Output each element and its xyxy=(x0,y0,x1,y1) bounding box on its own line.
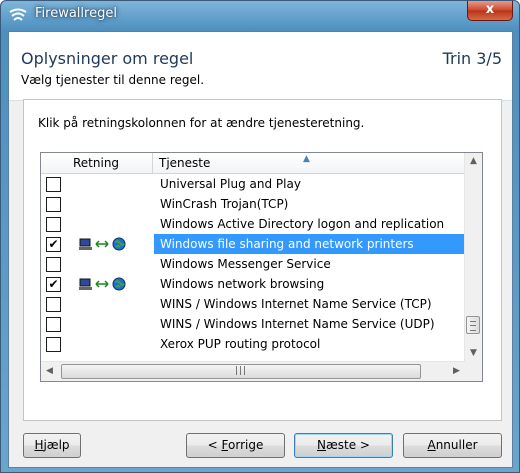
close-button[interactable]: x xyxy=(467,1,513,21)
vertical-scrollbar[interactable]: ▲ ▼ xyxy=(464,153,482,362)
service-checkbox[interactable] xyxy=(46,317,61,332)
service-list[interactable]: Retning Tjeneste ▲ Universal Plug and Pl… xyxy=(40,152,483,382)
next-button[interactable]: Næste > xyxy=(294,433,393,458)
page-title: Oplysninger om regel xyxy=(21,49,194,68)
service-name: Windows Messenger Service xyxy=(160,257,331,271)
service-row[interactable]: WinCrash Trojan(TCP) xyxy=(41,194,465,214)
service-checkbox[interactable] xyxy=(46,337,61,352)
service-name: Xerox PUP routing protocol xyxy=(160,337,321,351)
service-row[interactable]: Windows Active Directory logon and repli… xyxy=(41,214,465,234)
service-row[interactable]: Universal Plug and Play xyxy=(41,174,465,194)
service-checkbox[interactable]: ✔ xyxy=(46,237,61,252)
scroll-right-arrow-icon[interactable]: ▶ xyxy=(448,362,465,381)
service-checkbox[interactable] xyxy=(46,197,61,212)
service-checkbox[interactable] xyxy=(46,217,61,232)
column-header: Retning Tjeneste ▲ xyxy=(41,153,465,174)
service-row[interactable]: ✔ Windows network browsing xyxy=(41,274,465,294)
service-panel: Klik på retningskolonnen for at ændre tj… xyxy=(23,99,502,421)
horizontal-scroll-thumb[interactable]: ||| xyxy=(61,364,421,379)
firewall-app-icon xyxy=(9,8,27,21)
instruction-text: Klik på retningskolonnen for at ændre tj… xyxy=(38,116,365,130)
service-row[interactable]: WINS / Windows Internet Name Service (TC… xyxy=(41,294,465,314)
service-name: Windows Active Directory logon and repli… xyxy=(160,217,445,231)
column-header-direction[interactable]: Retning xyxy=(41,153,153,173)
direction-bidirectional-icon xyxy=(79,237,126,251)
scroll-left-arrow-icon[interactable]: ◀ xyxy=(41,362,58,381)
service-name: Universal Plug and Play xyxy=(160,177,301,191)
wizard-header: Oplysninger om regel Trin 3/5 Vælg tjene… xyxy=(9,32,512,100)
cancel-button[interactable]: Annuller xyxy=(403,433,502,458)
sort-ascending-icon: ▲ xyxy=(303,154,310,164)
horizontal-scrollbar[interactable]: ◀ ||| ▶ xyxy=(41,361,465,381)
service-checkbox[interactable] xyxy=(46,257,61,272)
scroll-corner xyxy=(465,362,482,381)
dialog-window: Firewallregel x Oplysninger om regel Tri… xyxy=(0,0,520,473)
service-row[interactable]: Xerox PUP routing protocol xyxy=(41,334,465,354)
service-name: Windows network browsing xyxy=(160,277,325,291)
service-row[interactable]: WINS / Windows Internet Name Service (UD… xyxy=(41,314,465,334)
column-header-service[interactable]: Tjeneste xyxy=(154,153,210,173)
vertical-scroll-thumb[interactable] xyxy=(466,316,480,334)
title-bar[interactable]: Firewallregel x xyxy=(1,1,519,29)
service-row[interactable]: ✔ Windows file sharing and network printe… xyxy=(41,234,465,254)
direction-bidirectional-icon xyxy=(79,277,126,291)
scroll-up-arrow-icon[interactable]: ▲ xyxy=(465,153,482,170)
step-indicator: Trin 3/5 xyxy=(442,49,502,68)
service-name: WINS / Windows Internet Name Service (UD… xyxy=(160,317,435,331)
service-checkbox[interactable] xyxy=(46,177,61,192)
page-subtitle: Vælg tjenester til denne regel. xyxy=(21,73,205,87)
scroll-down-arrow-icon[interactable]: ▼ xyxy=(465,345,482,362)
wizard-content: Oplysninger om regel Trin 3/5 Vælg tjene… xyxy=(8,31,513,468)
service-name: WINS / Windows Internet Name Service (TC… xyxy=(160,297,432,311)
service-checkbox[interactable]: ✔ xyxy=(46,277,61,292)
service-name: WinCrash Trojan(TCP) xyxy=(160,197,289,211)
service-row[interactable]: Windows Messenger Service xyxy=(41,254,465,274)
service-checkbox[interactable] xyxy=(46,297,61,312)
back-button[interactable]: < Forrige xyxy=(186,433,285,458)
help-button[interactable]: Hjælp xyxy=(23,433,81,458)
window-title: Firewallregel xyxy=(35,6,117,21)
service-name: Windows file sharing and network printer… xyxy=(160,237,414,251)
